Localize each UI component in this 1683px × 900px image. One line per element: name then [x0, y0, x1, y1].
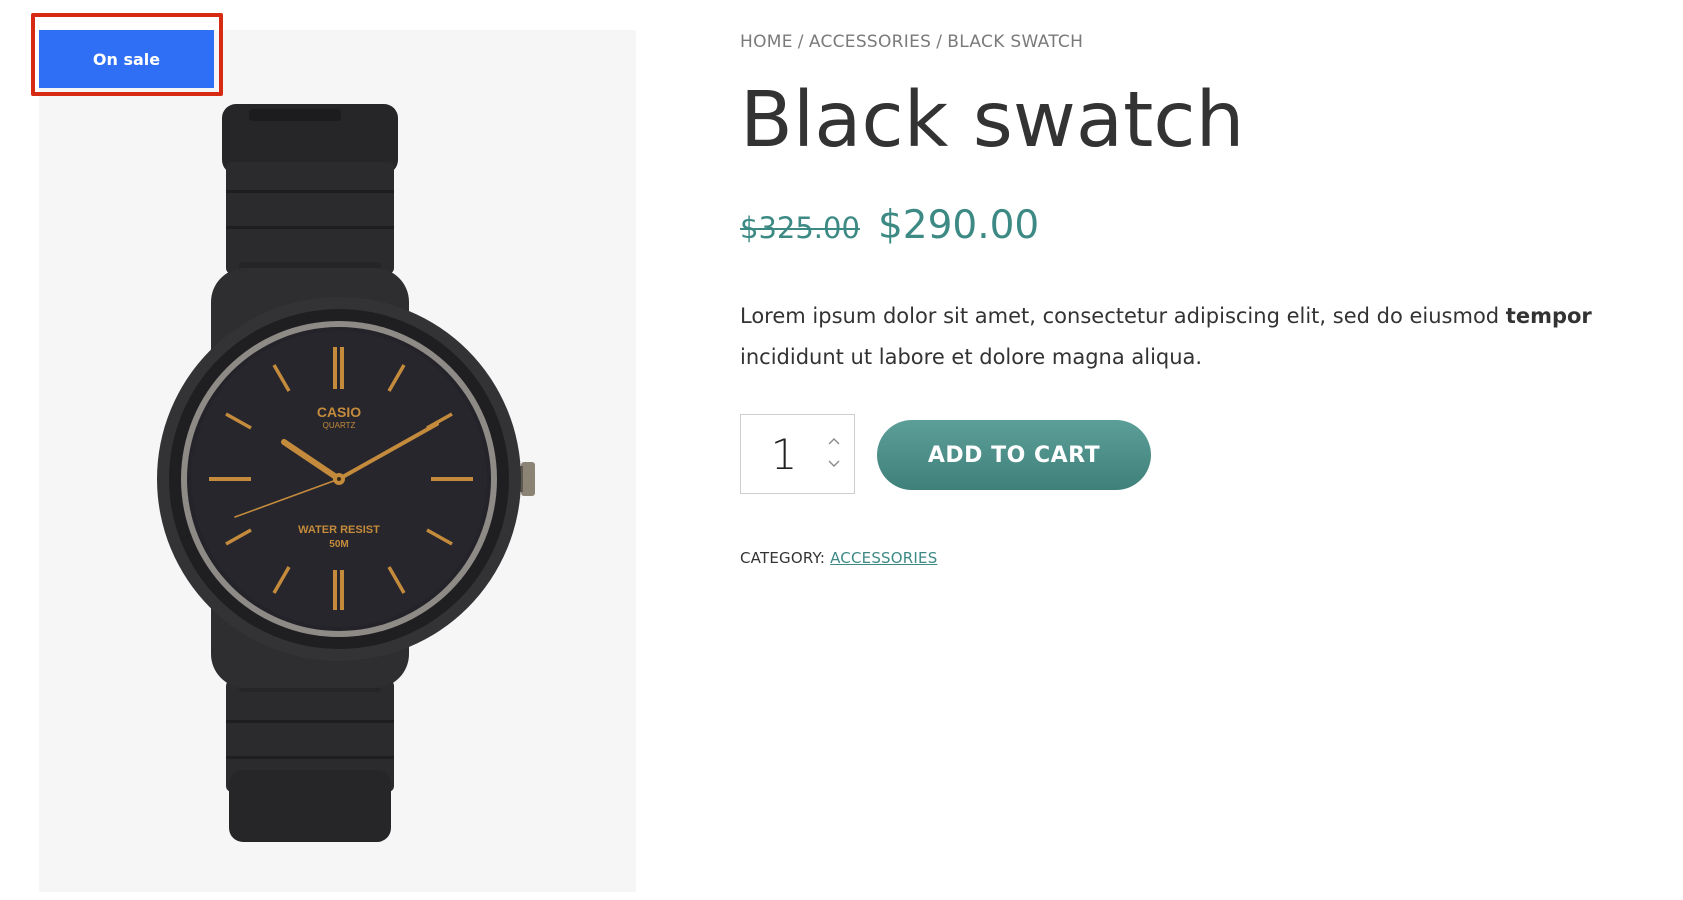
- watch-movement-text: QUARTZ: [323, 421, 356, 430]
- chevron-up-icon[interactable]: [826, 435, 842, 449]
- wristwatch-image[interactable]: CASIO QUARTZ WATER RESIST 50M: [39, 30, 636, 892]
- product-title: Black swatch: [740, 76, 1245, 165]
- product-summary: HOME / ACCESSORIES / BLACK SWATCH Black swat…: [740, 0, 1675, 900]
- product-price: $325.00 $290.00: [740, 203, 1039, 259]
- category-label: CATEGORY:: [740, 549, 826, 567]
- sale-badge: On sale: [39, 30, 214, 88]
- breadcrumb: HOME / ACCESSORIES / BLACK SWATCH: [740, 32, 1083, 52]
- product-short-description: Lorem ipsum dolor sit amet, consectetur …: [740, 296, 1675, 378]
- watch-resist-text: WATER RESIST: [298, 524, 380, 536]
- product-gallery: CASIO QUARTZ WATER RESIST 50M: [39, 30, 636, 892]
- breadcrumb-separator: /: [797, 32, 804, 52]
- description-text: Lorem ipsum dolor sit amet, consectetur …: [740, 304, 1506, 328]
- product-page: CASIO QUARTZ WATER RESIST 50M On sale HO…: [0, 0, 1683, 900]
- quantity-stepper: [740, 414, 855, 494]
- add-to-cart-button[interactable]: ADD TO CART: [877, 420, 1151, 490]
- breadcrumb-home-link[interactable]: HOME: [740, 32, 793, 52]
- category-link[interactable]: ACCESSORIES: [830, 549, 937, 567]
- description-text-line2: incididunt ut labore et dolore magna ali…: [740, 345, 1203, 369]
- watch-brand-text: CASIO: [317, 404, 361, 420]
- sale-price: $290.00: [877, 203, 1040, 248]
- chevron-down-icon[interactable]: [826, 458, 842, 472]
- description-bold-text: tempor: [1505, 304, 1592, 328]
- watch-depth-text: 50M: [329, 539, 348, 550]
- breadcrumb-current: BLACK SWATCH: [947, 32, 1084, 52]
- regular-price: $325.00: [740, 211, 860, 245]
- breadcrumb-separator: /: [936, 32, 943, 52]
- product-meta: CATEGORY: ACCESSORIES: [740, 549, 937, 567]
- quantity-input[interactable]: [749, 425, 819, 483]
- breadcrumb-accessories-link[interactable]: ACCESSORIES: [809, 32, 931, 52]
